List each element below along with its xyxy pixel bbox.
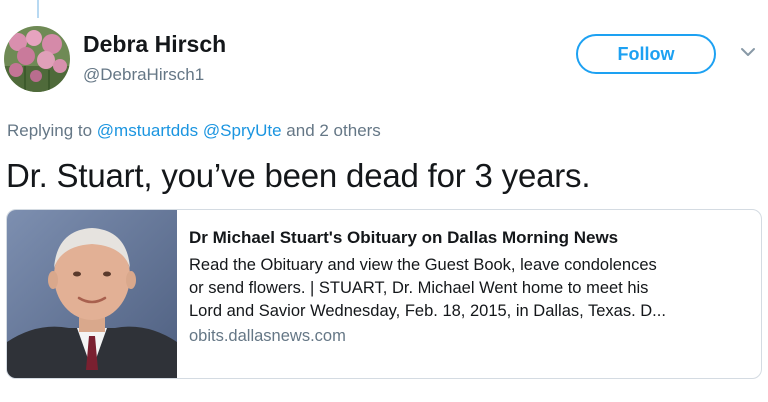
card-description: Read the Obituary and view the Guest Boo… [189, 254, 749, 323]
avatar[interactable] [4, 26, 70, 92]
card-thumbnail [7, 210, 177, 378]
card-body[interactable]: Dr Michael Stuart's Obituary on Dallas M… [189, 222, 749, 346]
mention-link-spryute[interactable]: @SpryUte [203, 121, 282, 140]
replying-to-line: Replying to @mstuartdds @SpryUte and 2 o… [7, 121, 381, 141]
mention-link-mstuartdds[interactable]: @mstuartdds [97, 121, 198, 140]
thread-connector-line [37, 0, 39, 18]
card-description-line: Read the Obituary and view the Guest Boo… [189, 256, 657, 274]
link-preview-card[interactable]: Dr Michael Stuart's Obituary on Dallas M… [6, 209, 762, 379]
replying-prefix: Replying to [7, 121, 93, 140]
man-portrait-photo-icon [7, 210, 177, 378]
follow-button[interactable]: Follow [576, 34, 716, 74]
author-display-name[interactable]: Debra Hirsch [83, 31, 226, 58]
tweet-text: Dr. Stuart, you’ve been dead for 3 years… [6, 157, 591, 194]
pink-flowers-avatar-icon [4, 26, 70, 92]
author-handle[interactable]: @DebraHirsch1 [83, 65, 204, 85]
chevron-down-icon[interactable] [740, 46, 756, 58]
card-title[interactable]: Dr Michael Stuart's Obituary on Dallas M… [189, 228, 749, 248]
card-description-line: Lord and Savior Wednesday, Feb. 18, 2015… [189, 302, 666, 320]
card-description-line: or send flowers. | STUART, Dr. Michael W… [189, 279, 649, 297]
card-domain[interactable]: obits.dallasnews.com [189, 327, 749, 346]
replying-suffix[interactable]: and 2 others [286, 121, 381, 140]
